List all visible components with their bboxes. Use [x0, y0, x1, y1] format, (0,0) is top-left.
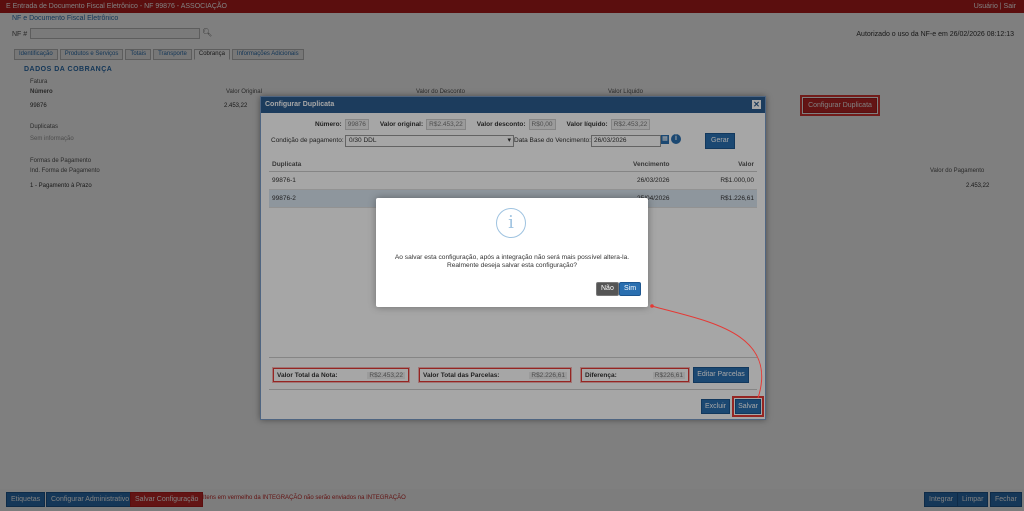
confirm-message-line2: Realmente deseja salvar esta configuraçã… — [446, 262, 578, 269]
info-circle-icon: i — [496, 208, 526, 238]
confirm-message: Ao salvar esta configuração, após a inte… — [386, 254, 638, 270]
sim-button[interactable]: Sim — [619, 282, 642, 296]
confirm-dialog: i Ao salvar esta configuração, após a in… — [376, 198, 648, 307]
nao-button[interactable]: Não — [596, 282, 619, 296]
confirm-message-line1: Ao salvar esta configuração, após a inte… — [394, 254, 630, 261]
